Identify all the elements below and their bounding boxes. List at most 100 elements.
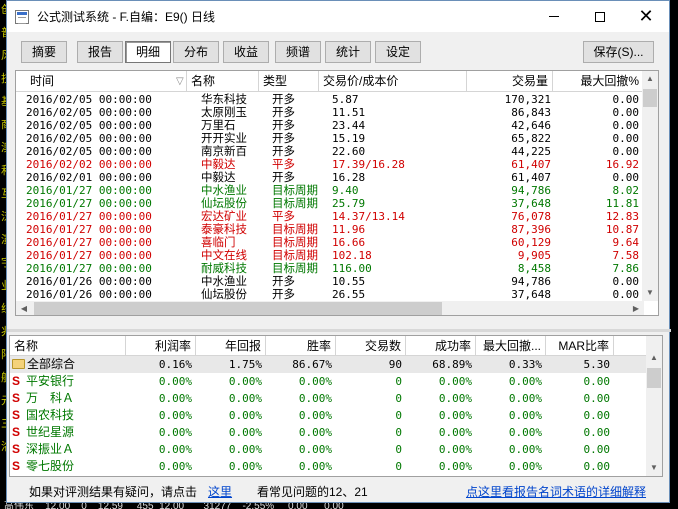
tab-0[interactable]: 摘要 xyxy=(21,41,67,63)
detail-col-header-5[interactable]: 最大回撤% xyxy=(553,71,644,92)
summary-cell-name: S 世纪星源 xyxy=(12,424,124,441)
pane-splitter[interactable] xyxy=(7,329,671,332)
detail-col-header-4[interactable]: 交易量 xyxy=(467,71,553,92)
summary-row[interactable]: S 世纪星源 0.00% 0.00% 0.00% 0 0.00% 0.00% 0.00 xyxy=(10,424,648,441)
detail-row[interactable]: 2016/01/27 00:00:00 中水渔业 目标周期 9.40 94,786 8.0… xyxy=(16,184,644,197)
save-button[interactable]: 保存(S)... xyxy=(583,41,654,63)
detail-row[interactable]: 2016/02/05 00:00:00 开开实业 开多 15.19 65,822 0.00 xyxy=(16,132,644,145)
summary-col-header-3[interactable]: 胜率 xyxy=(266,336,336,356)
summary-cell-drawdown: 0.33% xyxy=(508,358,542,371)
detail-cell-volume: 61,407 xyxy=(511,158,551,171)
detail-cell-type: 平多 xyxy=(272,210,295,223)
title-bar[interactable]: 公式测试系统 - F.自编：E9() 日线 ✕ xyxy=(7,1,669,32)
summary-cell-annual: 1.75% xyxy=(228,358,262,371)
detail-col-header-1[interactable]: 名称 xyxy=(187,71,259,92)
detail-cell-time: 2016/01/27 00:00:00 xyxy=(26,197,152,210)
detail-cell-name: 万里石 xyxy=(201,119,236,132)
detail-cell-volume: 94,786 xyxy=(511,184,551,197)
detail-col-header-0[interactable]: 时间 xyxy=(16,71,187,92)
tab-2[interactable]: 明细 xyxy=(125,41,171,63)
scroll-down-icon[interactable]: ▼ xyxy=(642,285,658,301)
summary-row[interactable]: S 平安银行 0.00% 0.00% 0.00% 0 0.00% 0.00% 0.00 xyxy=(10,373,648,390)
detail-cell-type: 开多 xyxy=(272,145,295,158)
summary-col-header-7[interactable]: MAR比率 xyxy=(546,336,614,356)
summary-vertical-scrollbar[interactable]: ▲ ▼ xyxy=(646,336,662,476)
detail-cell-name: 泰豪科技 xyxy=(201,223,247,236)
detail-row[interactable]: 2016/01/27 00:00:00 宏达矿业 平多 14.37/13.14 76,0… xyxy=(16,210,644,223)
detail-row[interactable]: 2016/02/05 00:00:00 南京新百 开多 22.60 44,225 0.00 xyxy=(16,145,644,158)
detail-row[interactable]: 2016/01/26 00:00:00 中水渔业 开多 10.55 94,786 0.00 xyxy=(16,275,644,288)
detail-row[interactable]: 2016/02/02 00:00:00 中毅达 平多 17.39/16.28 61,40… xyxy=(16,158,644,171)
detail-cell-drawdown: 16.92 xyxy=(605,158,639,171)
detail-table: 时间 名称 类型 交易价/成本价 交易量 最大回撤% ▽ 2016/02/05 00:00:… xyxy=(15,70,659,316)
detail-row[interactable]: 2016/01/27 00:00:00 泰豪科技 目标周期 11.96 87,396 10… xyxy=(16,223,644,236)
hscroll-thumb[interactable] xyxy=(34,302,442,315)
detail-row[interactable]: 2016/02/05 00:00:00 万里石 开多 23.44 42,646 0.00 xyxy=(16,119,644,132)
summary-cell-win: 0.00% xyxy=(298,409,332,422)
detail-cell-drawdown: 0.00 xyxy=(612,106,640,119)
tab-5[interactable]: 频谱 xyxy=(275,41,321,63)
scroll-left-icon[interactable]: ◀ xyxy=(16,301,32,315)
summary-col-header-1[interactable]: 利润率 xyxy=(126,336,196,356)
close-button[interactable]: ✕ xyxy=(623,1,669,32)
detail-row[interactable]: 2016/01/26 00:00:00 仙坛股份 开多 26.55 37,648 0.00 xyxy=(16,288,644,301)
detail-row[interactable]: 2016/01/27 00:00:00 仙坛股份 目标周期 25.79 37,648 11… xyxy=(16,197,644,210)
footer-here-link[interactable]: 这里 xyxy=(208,484,232,500)
tab-7[interactable]: 设定 xyxy=(375,41,421,63)
summary-cell-success: 0.00% xyxy=(438,460,472,473)
summary-row[interactable]: S 万 科Ａ 0.00% 0.00% 0.00% 0 0.00% 0.00% 0.00 xyxy=(10,390,648,407)
maximize-button[interactable] xyxy=(577,1,623,32)
detail-vertical-scrollbar[interactable]: ▲ ▼ xyxy=(642,71,658,301)
tab-6[interactable]: 统计 xyxy=(325,41,371,63)
summary-row[interactable]: S 零七股份 0.00% 0.00% 0.00% 0 0.00% 0.00% 0.00 xyxy=(10,458,648,475)
summary-col-header-0[interactable]: 名称 xyxy=(10,336,126,356)
detail-cell-time: 2016/02/05 00:00:00 xyxy=(26,132,152,145)
detail-row[interactable]: 2016/02/01 00:00:00 中毅达 开多 16.28 61,407 0.00 xyxy=(16,171,644,184)
detail-cell-name: 中毅达 xyxy=(201,158,236,171)
summary-col-header-5[interactable]: 成功率 xyxy=(406,336,476,356)
summary-row[interactable]: S 国农科技 0.00% 0.00% 0.00% 0 0.00% 0.00% 0.00 xyxy=(10,407,648,424)
detail-row[interactable]: 2016/01/27 00:00:00 喜临门 目标周期 16.66 60,129 9.6… xyxy=(16,236,644,249)
scroll-up-icon[interactable]: ▲ xyxy=(642,71,658,87)
detail-col-header-3[interactable]: 交易价/成本价 xyxy=(319,71,467,92)
scroll-thumb[interactable] xyxy=(643,89,657,107)
summary-cell-win: 0.00% xyxy=(298,375,332,388)
detail-cell-price: 16.66 xyxy=(332,236,366,249)
summary-row[interactable]: 全部综合 0.16% 1.75% 86.67% 90 68.89% 0.33% 5.30 xyxy=(10,356,648,373)
summary-cell-profit: 0.00% xyxy=(158,426,192,439)
summary-col-header-6[interactable]: 最大回撤... xyxy=(476,336,546,356)
detail-cell-type: 开多 xyxy=(272,171,295,184)
summary-cell-annual: 0.00% xyxy=(228,460,262,473)
detail-horizontal-scrollbar[interactable]: ◀ ▶ xyxy=(16,301,644,315)
tab-1[interactable]: 报告 xyxy=(77,41,123,63)
summary-col-header-4[interactable]: 交易数 xyxy=(336,336,406,356)
detail-cell-drawdown: 0.00 xyxy=(612,171,640,184)
detail-row[interactable]: 2016/02/05 00:00:00 太原刚玉 开多 11.51 86,843 0.00 xyxy=(16,106,644,119)
detail-cell-type: 目标周期 xyxy=(272,223,318,236)
tab-4[interactable]: 收益 xyxy=(223,41,269,63)
detail-cell-drawdown: 7.86 xyxy=(612,262,640,275)
detail-cell-price: 23.44 xyxy=(332,119,366,132)
detail-cell-type: 目标周期 xyxy=(272,262,318,275)
summary-row[interactable]: S 深振业Ａ 0.00% 0.00% 0.00% 0 0.00% 0.00% 0.00 xyxy=(10,441,648,458)
minimize-button[interactable] xyxy=(531,1,577,32)
tab-3[interactable]: 分布 xyxy=(173,41,219,63)
summary-col-header-2[interactable]: 年回报 xyxy=(196,336,266,356)
detail-col-header-2[interactable]: 类型 xyxy=(259,71,319,92)
scroll-up-icon[interactable]: ▲ xyxy=(646,350,662,366)
scroll-thumb[interactable] xyxy=(647,368,661,388)
detail-cell-time: 2016/01/26 00:00:00 xyxy=(26,275,152,288)
scroll-down-icon[interactable]: ▼ xyxy=(646,460,662,476)
detail-cell-type: 开多 xyxy=(272,275,295,288)
detail-cell-name: 开开实业 xyxy=(201,132,247,145)
summary-cell-annual: 0.00% xyxy=(228,426,262,439)
summary-cell-trades: 0 xyxy=(395,409,402,422)
scroll-right-icon[interactable]: ▶ xyxy=(628,301,644,315)
detail-row[interactable]: 2016/02/05 00:00:00 华东科技 开多 5.87 170,321 0.00 xyxy=(16,93,644,106)
detail-cell-name: 宏达矿业 xyxy=(201,210,247,223)
detail-cell-drawdown: 0.00 xyxy=(612,119,640,132)
detail-cell-price: 9.40 xyxy=(332,184,359,197)
detail-row[interactable]: 2016/01/27 00:00:00 中文在线 目标周期 102.18 9,905 7.… xyxy=(16,249,644,262)
glossary-link[interactable]: 点这里看报告名词术语的详细解释 xyxy=(466,484,646,500)
detail-row[interactable]: 2016/01/27 00:00:00 耐威科技 目标周期 116.00 8,458 7.… xyxy=(16,262,644,275)
